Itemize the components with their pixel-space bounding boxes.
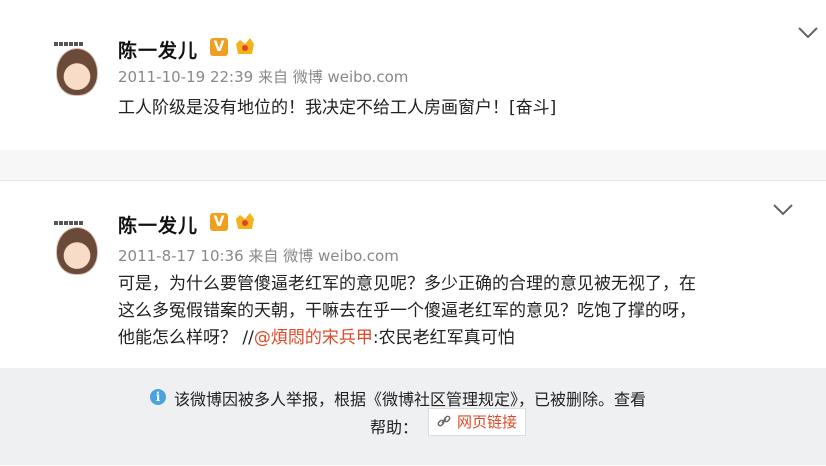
user-mention-link[interactable]: @煩悶的宋兵甲 (254, 328, 373, 348)
deleted-notice: i 该微博因被多人举报，根据《微博社区管理规定》，已被删除。查看 帮助： 网页链… (0, 368, 826, 465)
content-line: 这么多冤假错案的天朝，干嘛去在乎一个傻逼老红军的意见？吃饱了撑的呀， (118, 301, 696, 321)
author-name[interactable]: 陈一发儿 (118, 211, 198, 238)
post-content: 工人阶级是没有地位的！我决定不给工人房画窗户！[奋斗] (118, 98, 557, 118)
web-link-label[interactable]: 网页链接 (457, 413, 517, 431)
content-line: 可是，为什么要管傻逼老红军的意见呢？多少正确的合理的意见被无视了，在 (118, 274, 696, 294)
content-text: :农民老红军真可怕 (372, 328, 515, 348)
notice-help-label: 帮助： (370, 418, 419, 437)
author-avatar[interactable] (52, 211, 108, 281)
verified-icon: V (210, 38, 228, 56)
notice-text: 该微博因被多人举报，根据《微博社区管理规定》，已被删除。查看 (174, 390, 647, 409)
vip-crown-icon (236, 38, 254, 54)
vip-crown-icon (236, 213, 254, 229)
post-source[interactable]: 来自 微博 weibo.com (258, 68, 408, 86)
info-icon: i (150, 389, 166, 405)
post-content: 可是，为什么要管傻逼老红军的意见呢？多少正确的合理的意见被无视了，在 这么多冤假… (118, 271, 808, 352)
post-timestamp[interactable]: 2011-8-17 10:36 (118, 247, 244, 265)
content-text: 他能怎么样呀？ // (118, 328, 254, 348)
author-avatar[interactable] (52, 32, 108, 102)
web-link-button[interactable]: 网页链接 (428, 408, 527, 436)
author-name[interactable]: 陈一发儿 (118, 36, 198, 63)
chevron-down-icon[interactable] (772, 203, 794, 217)
chevron-down-icon[interactable] (797, 26, 819, 40)
content-line: 他能怎么样呀？ //@煩悶的宋兵甲:农民老红军真可怕 (118, 325, 808, 352)
post-source[interactable]: 来自 微博 weibo.com (248, 247, 398, 265)
post-separator (0, 150, 826, 180)
weibo-post-1: 陈一发儿 V 2011-10-19 22:39 来自 微博 weibo.com … (0, 0, 826, 150)
post-meta: 2011-10-19 22:39 来自 微博 weibo.com (118, 66, 408, 87)
post-meta: 2011-8-17 10:36 来自 微博 weibo.com (118, 245, 399, 266)
link-icon (437, 415, 451, 427)
post-timestamp[interactable]: 2011-10-19 22:39 (118, 68, 253, 86)
verified-icon: V (210, 213, 228, 231)
